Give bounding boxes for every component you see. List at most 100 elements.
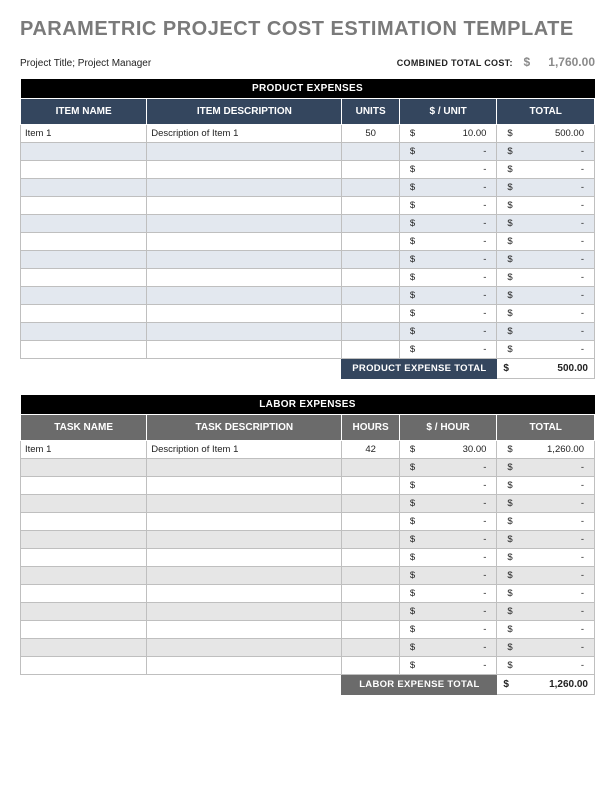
cell-units[interactable] <box>342 143 399 161</box>
cell-name[interactable] <box>21 657 147 675</box>
cell-description[interactable]: Description of Item 1 <box>147 125 342 143</box>
cell-name[interactable] <box>21 341 147 359</box>
cell-name[interactable] <box>21 531 147 549</box>
cell-rate[interactable]: $- <box>399 531 497 549</box>
cell-description[interactable] <box>147 459 342 477</box>
cell-rate[interactable]: $- <box>399 197 497 215</box>
cell-name[interactable] <box>21 305 147 323</box>
cell-units[interactable] <box>342 233 399 251</box>
cell-description[interactable] <box>147 621 342 639</box>
cell-name[interactable] <box>21 287 147 305</box>
cell-description[interactable] <box>147 531 342 549</box>
cell-name[interactable] <box>21 621 147 639</box>
cell-rate[interactable]: $- <box>399 305 497 323</box>
cell-rate[interactable]: $- <box>399 513 497 531</box>
cell-description[interactable] <box>147 305 342 323</box>
cell-name[interactable] <box>21 179 147 197</box>
cell-rate[interactable]: $- <box>399 323 497 341</box>
cell-units[interactable] <box>342 161 399 179</box>
cell-description[interactable] <box>147 341 342 359</box>
cell-name[interactable] <box>21 639 147 657</box>
cell-units[interactable] <box>342 179 399 197</box>
cell-description[interactable] <box>147 585 342 603</box>
cell-name[interactable] <box>21 477 147 495</box>
cell-rate[interactable]: $- <box>399 621 497 639</box>
cell-name[interactable] <box>21 251 147 269</box>
cell-name[interactable] <box>21 323 147 341</box>
cell-rate[interactable]: $- <box>399 657 497 675</box>
cell-units[interactable] <box>342 657 399 675</box>
cell-description[interactable] <box>147 657 342 675</box>
cell-description[interactable] <box>147 251 342 269</box>
cell-description[interactable] <box>147 323 342 341</box>
cell-units[interactable] <box>342 621 399 639</box>
cell-rate[interactable]: $- <box>399 477 497 495</box>
cell-description[interactable] <box>147 197 342 215</box>
cell-rate[interactable]: $- <box>399 233 497 251</box>
cell-units[interactable] <box>342 639 399 657</box>
cell-units[interactable] <box>342 197 399 215</box>
cell-rate[interactable]: $- <box>399 287 497 305</box>
cell-name[interactable] <box>21 567 147 585</box>
cell-name[interactable] <box>21 197 147 215</box>
cell-rate[interactable]: $- <box>399 179 497 197</box>
cell-rate[interactable]: $- <box>399 603 497 621</box>
cell-rate[interactable]: $- <box>399 639 497 657</box>
cell-units[interactable] <box>342 287 399 305</box>
cell-name[interactable] <box>21 215 147 233</box>
cell-description[interactable] <box>147 639 342 657</box>
cell-rate[interactable]: $- <box>399 567 497 585</box>
cell-name[interactable] <box>21 585 147 603</box>
cell-units[interactable] <box>342 269 399 287</box>
cell-rate[interactable]: $- <box>399 269 497 287</box>
cell-description[interactable] <box>147 603 342 621</box>
cell-units[interactable] <box>342 585 399 603</box>
cell-units[interactable] <box>342 495 399 513</box>
cell-rate[interactable]: $10.00 <box>399 125 497 143</box>
cell-units[interactable] <box>342 603 399 621</box>
cell-description[interactable] <box>147 477 342 495</box>
cell-description[interactable] <box>147 567 342 585</box>
cell-rate[interactable]: $- <box>399 585 497 603</box>
cell-description[interactable] <box>147 215 342 233</box>
cell-name[interactable] <box>21 269 147 287</box>
cell-name[interactable] <box>21 459 147 477</box>
cell-name[interactable] <box>21 143 147 161</box>
cell-rate[interactable]: $30.00 <box>399 441 497 459</box>
cell-rate[interactable]: $- <box>399 143 497 161</box>
cell-description[interactable] <box>147 179 342 197</box>
cell-units[interactable] <box>342 341 399 359</box>
cell-description[interactable]: Description of Item 1 <box>147 441 342 459</box>
cell-name[interactable]: Item 1 <box>21 125 147 143</box>
cell-description[interactable] <box>147 161 342 179</box>
cell-name[interactable] <box>21 233 147 251</box>
cell-units[interactable] <box>342 567 399 585</box>
cell-rate[interactable]: $- <box>399 549 497 567</box>
cell-units[interactable] <box>342 477 399 495</box>
cell-rate[interactable]: $- <box>399 459 497 477</box>
cell-name[interactable] <box>21 549 147 567</box>
cell-description[interactable] <box>147 495 342 513</box>
cell-units[interactable] <box>342 215 399 233</box>
cell-description[interactable] <box>147 269 342 287</box>
cell-rate[interactable]: $- <box>399 215 497 233</box>
cell-description[interactable] <box>147 233 342 251</box>
cell-name[interactable] <box>21 495 147 513</box>
cell-units[interactable] <box>342 323 399 341</box>
cell-units[interactable] <box>342 549 399 567</box>
cell-description[interactable] <box>147 549 342 567</box>
cell-rate[interactable]: $- <box>399 341 497 359</box>
cell-units[interactable] <box>342 459 399 477</box>
cell-units[interactable]: 50 <box>342 125 399 143</box>
cell-name[interactable] <box>21 603 147 621</box>
cell-units[interactable]: 42 <box>342 441 399 459</box>
cell-rate[interactable]: $- <box>399 161 497 179</box>
cell-units[interactable] <box>342 513 399 531</box>
cell-name[interactable] <box>21 513 147 531</box>
cell-name[interactable]: Item 1 <box>21 441 147 459</box>
cell-units[interactable] <box>342 531 399 549</box>
cell-units[interactable] <box>342 305 399 323</box>
cell-description[interactable] <box>147 143 342 161</box>
cell-name[interactable] <box>21 161 147 179</box>
cell-description[interactable] <box>147 287 342 305</box>
